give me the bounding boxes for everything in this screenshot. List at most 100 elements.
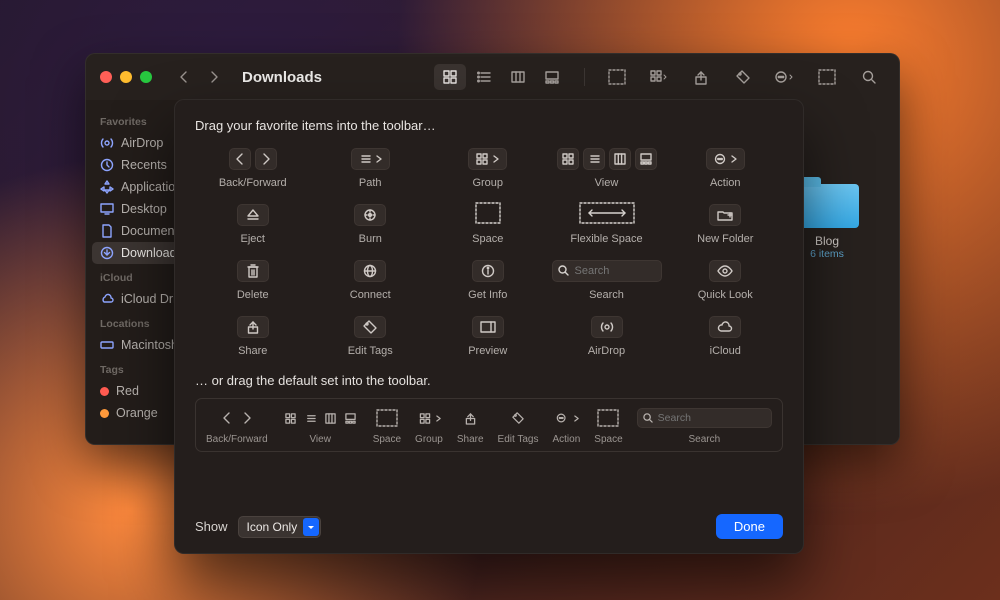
show-select[interactable]: Icon Only bbox=[238, 516, 321, 538]
palette-item-group[interactable]: Group bbox=[434, 147, 542, 189]
palette-item-edit-tags[interactable]: Edit Tags bbox=[317, 315, 425, 357]
list-view-icon bbox=[302, 410, 319, 427]
action-icon bbox=[554, 410, 571, 427]
chevron-left-icon bbox=[218, 410, 235, 427]
palette-item-back-forward[interactable]: Back/Forward bbox=[199, 147, 307, 189]
palette-item-label: Eject bbox=[241, 233, 265, 245]
toolbar-item-palette: Back/Forward Path Group View Action E bbox=[195, 147, 783, 357]
sidebar-item-label: AirDrop bbox=[121, 136, 163, 150]
palette-item-label: Space bbox=[472, 233, 503, 245]
default-item-label: Action bbox=[552, 434, 580, 445]
palette-item-connect[interactable]: Connect bbox=[317, 259, 425, 301]
sidebar-item-label: Orange bbox=[116, 406, 158, 420]
group-icon bbox=[468, 148, 507, 170]
folder-name: Blog bbox=[795, 234, 859, 248]
default-toolbar-set[interactable]: Back/Forward View Space Group Share Edit… bbox=[195, 398, 783, 452]
palette-item-label: AirDrop bbox=[588, 345, 625, 357]
action-toolbar-button[interactable] bbox=[769, 64, 801, 90]
sheet-footer: Show Icon Only Done bbox=[195, 514, 783, 539]
apps-icon bbox=[100, 180, 114, 194]
minimize-window-button[interactable] bbox=[120, 71, 132, 83]
share-icon bbox=[237, 316, 269, 338]
desktop-icon bbox=[100, 202, 114, 216]
palette-item-preview[interactable]: Preview bbox=[434, 315, 542, 357]
palette-item-label: Flexible Space bbox=[570, 233, 642, 245]
airdrop-icon bbox=[591, 316, 623, 338]
show-select-field[interactable]: Icon Only bbox=[238, 516, 321, 538]
globe-icon bbox=[354, 260, 386, 282]
list-view-button[interactable] bbox=[468, 64, 500, 90]
palette-item-share[interactable]: Share bbox=[199, 315, 307, 357]
palette-item-label: New Folder bbox=[697, 233, 753, 245]
default-item-group: Group bbox=[415, 407, 443, 445]
search-icon bbox=[643, 413, 653, 423]
default-item-label: Search bbox=[688, 434, 720, 445]
palette-item-airdrop[interactable]: AirDrop bbox=[552, 315, 662, 357]
tags-toolbar-button[interactable] bbox=[727, 64, 759, 90]
gallery-view-icon bbox=[342, 410, 359, 427]
default-item-space: Space bbox=[373, 407, 401, 445]
show-label: Show bbox=[195, 519, 228, 534]
search-icon bbox=[558, 265, 569, 276]
palette-item-label: Share bbox=[238, 345, 267, 357]
back-button[interactable] bbox=[174, 65, 194, 89]
close-window-button[interactable] bbox=[100, 71, 112, 83]
folder-item-blog[interactable]: Blog 6 items bbox=[795, 184, 859, 260]
palette-item-view[interactable]: View bbox=[552, 147, 662, 189]
icon-view-icon bbox=[557, 148, 579, 170]
palette-item-quick-look[interactable]: Quick Look bbox=[672, 259, 780, 301]
palette-item-label: Connect bbox=[350, 289, 391, 301]
palette-item-label: Edit Tags bbox=[348, 345, 393, 357]
palette-item-burn[interactable]: Burn bbox=[317, 203, 425, 245]
share-icon bbox=[462, 410, 479, 427]
downloads-icon bbox=[100, 246, 114, 260]
palette-item-space[interactable]: Space bbox=[434, 203, 542, 245]
forward-button[interactable] bbox=[204, 65, 224, 89]
customize-toolbar-sheet: Drag your favorite items into the toolba… bbox=[174, 99, 804, 554]
default-item-search: Search bbox=[637, 407, 772, 445]
trash-icon bbox=[237, 260, 269, 282]
path-icon bbox=[351, 148, 390, 170]
clock-icon bbox=[100, 158, 114, 172]
space-toolbar-item bbox=[601, 64, 633, 90]
new-folder-icon bbox=[709, 204, 741, 226]
palette-item-label: Search bbox=[589, 289, 624, 301]
default-item-share: Share bbox=[457, 407, 484, 445]
done-button[interactable]: Done bbox=[716, 514, 783, 539]
palette-item-label: Action bbox=[710, 177, 741, 189]
palette-item-get-info[interactable]: Get Info bbox=[434, 259, 542, 301]
column-view-button[interactable] bbox=[502, 64, 534, 90]
gallery-view-button[interactable] bbox=[536, 64, 568, 90]
palette-item-delete[interactable]: Delete bbox=[199, 259, 307, 301]
window-title: Downloads bbox=[242, 69, 322, 86]
sidebar-right-icon bbox=[472, 316, 504, 338]
default-item-back-forward: Back/Forward bbox=[206, 407, 268, 445]
column-view-icon bbox=[322, 410, 339, 427]
palette-item-path[interactable]: Path bbox=[317, 147, 425, 189]
maximize-window-button[interactable] bbox=[140, 71, 152, 83]
palette-item-search[interactable]: Search bbox=[552, 259, 662, 301]
action-icon bbox=[706, 148, 745, 170]
palette-item-flexible-space[interactable]: Flexible Space bbox=[552, 203, 662, 245]
icon-view-button[interactable] bbox=[434, 64, 466, 90]
palette-item-action[interactable]: Action bbox=[672, 147, 780, 189]
search-toolbar-button[interactable] bbox=[853, 64, 885, 90]
chevron-right-icon bbox=[238, 410, 255, 427]
default-item-action: Action bbox=[552, 407, 580, 445]
default-item-label: Group bbox=[415, 434, 443, 445]
palette-item-icloud[interactable]: iCloud bbox=[672, 315, 780, 357]
info-icon bbox=[472, 260, 504, 282]
palette-item-eject[interactable]: Eject bbox=[199, 203, 307, 245]
search-field-preview bbox=[637, 408, 772, 428]
group-toolbar-button[interactable] bbox=[643, 64, 675, 90]
palette-item-label: iCloud bbox=[710, 345, 741, 357]
sidebar-item-label: Desktop bbox=[121, 202, 167, 216]
palette-item-label: Burn bbox=[359, 233, 382, 245]
default-item-label: Space bbox=[373, 434, 401, 445]
default-item-space-2: Space bbox=[594, 407, 622, 445]
palette-item-new-folder[interactable]: New Folder bbox=[672, 203, 780, 245]
share-toolbar-button[interactable] bbox=[685, 64, 717, 90]
default-item-edit-tags: Edit Tags bbox=[498, 407, 539, 445]
flexible-space-icon bbox=[579, 202, 635, 229]
palette-item-label: Group bbox=[472, 177, 503, 189]
